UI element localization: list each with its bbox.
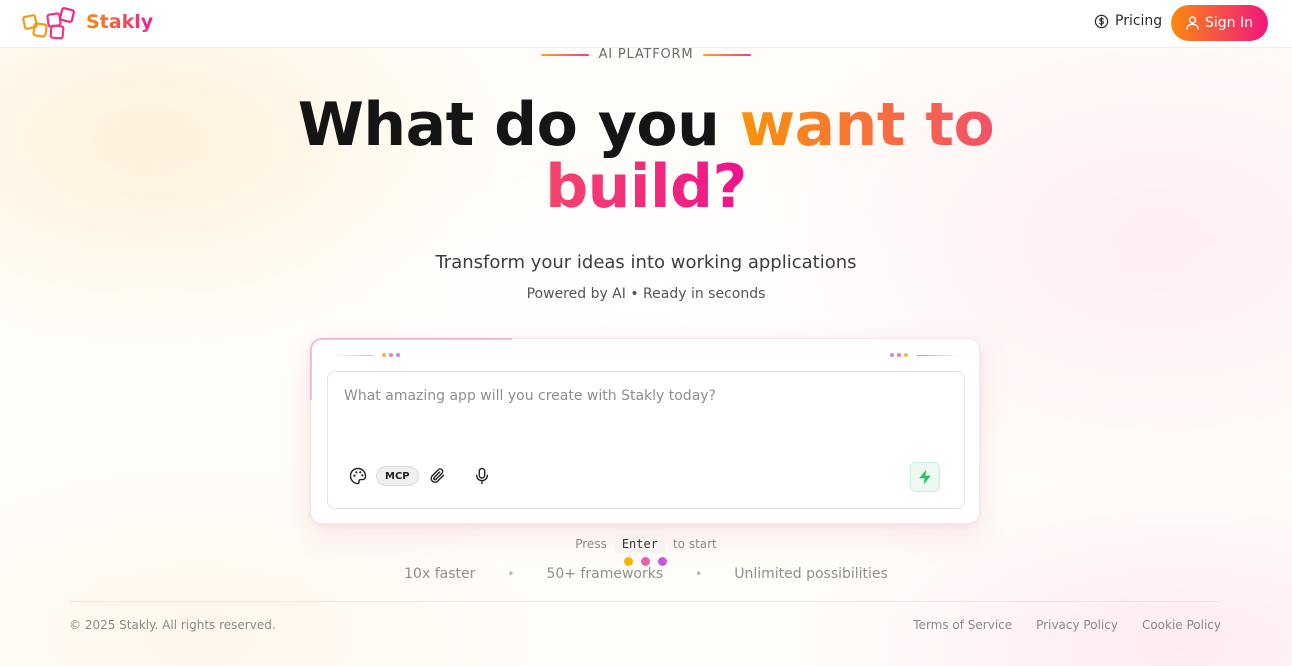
hero-subtitle: Transform your ideas into working applic… [435, 252, 857, 273]
loader-dot [641, 557, 650, 566]
loader-dot [658, 557, 667, 566]
lightning-icon [919, 469, 931, 485]
attach-button[interactable] [428, 466, 448, 486]
paperclip-icon [430, 468, 444, 483]
top-nav: Stakly Pricing Sign In [0, 0, 1292, 48]
cookie-link[interactable]: Cookie Policy [1142, 618, 1221, 632]
brand-name[interactable]: Stakly [86, 11, 153, 33]
copyright: © 2025 Stakly. All rights reserved. [69, 618, 276, 632]
footer-divider [69, 601, 1221, 602]
eyebrow-label: AI PLATFORM [598, 47, 694, 62]
headline-plain: What do you [297, 90, 720, 160]
footer-links: Terms of Service Privacy Policy Cookie P… [913, 618, 1221, 632]
microphone-button[interactable] [472, 466, 492, 486]
stat-separator: • [695, 567, 703, 581]
stat-separator: • [507, 567, 515, 581]
stat-item: 10x faster [404, 566, 476, 582]
enter-key: Enter [614, 535, 665, 553]
pricing-link[interactable]: Pricing [1094, 13, 1162, 29]
to-start-label: to start [672, 537, 717, 551]
hero-tagline: Powered by AI • Ready in seconds [526, 286, 766, 302]
palette-icon [349, 467, 367, 485]
sign-in-button[interactable]: Sign In [1171, 5, 1268, 41]
decoration-dots [890, 353, 908, 357]
loading-dots [624, 557, 667, 566]
card-decoration-left [331, 353, 400, 357]
eyebrow-line-right [703, 53, 752, 56]
pricing-label: Pricing [1115, 13, 1163, 29]
eyebrow-line-left [540, 53, 589, 56]
decoration-line [917, 354, 959, 356]
microphone-icon [475, 467, 488, 485]
hero-headline: What do you want to build? [0, 94, 1292, 218]
eyebrow: AI PLATFORM [0, 47, 1292, 62]
privacy-link[interactable]: Privacy Policy [1036, 618, 1118, 632]
card-decoration-right [890, 353, 959, 357]
headline-accent-1: want to [739, 90, 995, 160]
dollar-circle-icon [1094, 14, 1109, 28]
loader-dot [624, 557, 633, 566]
palette-button[interactable] [348, 466, 368, 486]
decoration-line [331, 354, 373, 356]
press-label: Press [575, 537, 607, 551]
stat-item: Unlimited possibilities [734, 566, 888, 582]
mcp-button[interactable]: MCP [376, 466, 419, 486]
prompt-input[interactable] [344, 388, 944, 448]
enter-hint: Press Enter to start [0, 535, 1292, 553]
prompt-toolbar: MCP [348, 466, 492, 486]
prompt-card: MCP [310, 338, 980, 524]
sign-in-label: Sign In [1205, 15, 1253, 31]
submit-button[interactable] [910, 462, 940, 492]
stats-row: 10x faster • 50+ frameworks • Unlimited … [0, 566, 1292, 582]
stat-item: 50+ frameworks [546, 566, 664, 582]
prompt-input-box: MCP [327, 371, 965, 509]
stakly-logo-icon[interactable] [21, 6, 77, 40]
terms-link[interactable]: Terms of Service [913, 618, 1012, 632]
user-icon [1186, 16, 1199, 30]
headline-accent-2: build? [545, 152, 747, 222]
decoration-dots [382, 353, 400, 357]
